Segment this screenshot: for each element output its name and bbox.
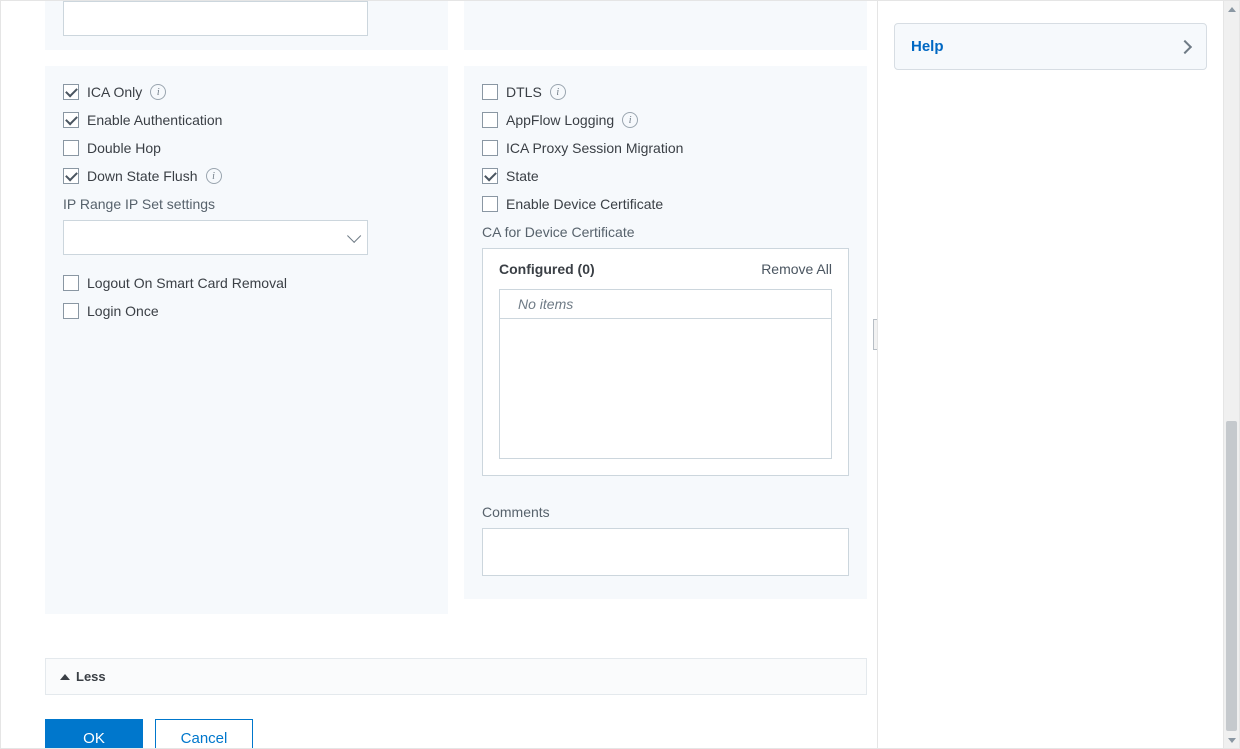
scroll-down-button[interactable] xyxy=(1224,732,1239,748)
ca-list: No items xyxy=(499,289,832,459)
add-button[interactable]: Add xyxy=(873,319,877,350)
triangle-up-icon xyxy=(60,674,70,680)
comments-textarea[interactable] xyxy=(482,528,849,576)
help-title: Help xyxy=(911,38,944,55)
left-options-panel: ICA Only i Enable Authentication Double … xyxy=(45,66,448,614)
footer-actions: OK Cancel xyxy=(9,695,877,748)
less-label: Less xyxy=(76,669,106,684)
arrow-down-icon xyxy=(1228,738,1236,743)
ica-only-checkbox[interactable] xyxy=(63,84,79,100)
remove-all-link[interactable]: Remove All xyxy=(761,261,832,277)
right-options-panel: DTLS i AppFlow Logging i ICA Proxy Sessi… xyxy=(464,66,867,599)
info-icon[interactable]: i xyxy=(550,84,566,100)
comments-label: Comments xyxy=(482,504,849,520)
logout-smartcard-label: Logout On Smart Card Removal xyxy=(87,275,287,291)
dtls-label: DTLS xyxy=(506,84,542,100)
dtls-checkbox[interactable] xyxy=(482,84,498,100)
scroll-up-button[interactable] xyxy=(1224,1,1239,17)
ca-section-label: CA for Device Certificate xyxy=(482,224,849,240)
down-state-flush-checkbox[interactable] xyxy=(63,168,79,184)
ip-range-select[interactable] xyxy=(63,220,368,255)
chevron-right-icon xyxy=(1178,39,1192,53)
state-checkbox[interactable] xyxy=(482,168,498,184)
login-once-checkbox[interactable] xyxy=(63,303,79,319)
ca-list-empty: No items xyxy=(500,290,831,319)
enable-dev-cert-label: Enable Device Certificate xyxy=(506,196,663,212)
ica-proxy-migration-checkbox[interactable] xyxy=(482,140,498,156)
info-icon[interactable]: i xyxy=(622,112,638,128)
double-hop-checkbox[interactable] xyxy=(63,140,79,156)
chevron-down-icon xyxy=(347,228,361,242)
scroll-thumb[interactable] xyxy=(1226,421,1237,731)
enable-auth-checkbox[interactable] xyxy=(63,112,79,128)
ica-only-label: ICA Only xyxy=(87,84,142,100)
ca-configured-title: Configured (0) xyxy=(499,261,595,277)
appflow-checkbox[interactable] xyxy=(482,112,498,128)
enable-dev-cert-checkbox[interactable] xyxy=(482,196,498,212)
ip-range-label: IP Range IP Set settings xyxy=(63,196,430,212)
login-once-label: Login Once xyxy=(87,303,159,319)
less-toggle[interactable]: Less xyxy=(45,658,867,695)
double-hop-label: Double Hop xyxy=(87,140,161,156)
right-upper-panel xyxy=(464,1,867,50)
ica-proxy-migration-label: ICA Proxy Session Migration xyxy=(506,140,683,156)
vertical-scrollbar[interactable] xyxy=(1223,1,1239,748)
enable-auth-label: Enable Authentication xyxy=(87,112,222,128)
info-icon[interactable]: i xyxy=(206,168,222,184)
ca-panel: Configured (0) Remove All No items xyxy=(482,248,849,476)
arrow-up-icon xyxy=(1228,7,1236,12)
left-upper-panel xyxy=(45,1,448,50)
ok-button[interactable]: OK xyxy=(45,719,143,748)
right-side-pane: Help xyxy=(878,1,1223,748)
info-icon[interactable]: i xyxy=(150,84,166,100)
cancel-button[interactable]: Cancel xyxy=(155,719,253,748)
logout-smartcard-checkbox[interactable] xyxy=(63,275,79,291)
state-label: State xyxy=(506,168,539,184)
appflow-label: AppFlow Logging xyxy=(506,112,614,128)
down-state-flush-label: Down State Flush xyxy=(87,168,198,184)
upper-input-field[interactable] xyxy=(63,1,368,36)
help-card[interactable]: Help xyxy=(894,23,1207,70)
